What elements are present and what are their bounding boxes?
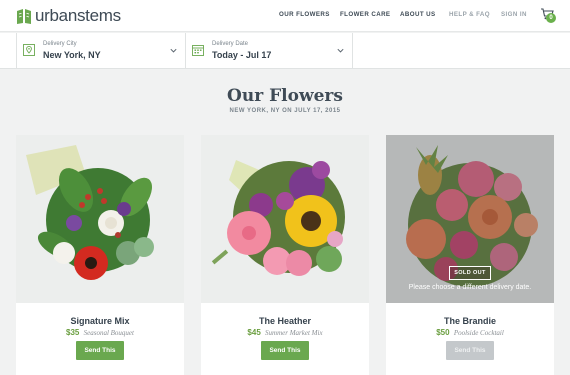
delivery-date-label: Delivery Date (212, 41, 249, 47)
product-price-line: $50 Poolside Cocktail (386, 328, 554, 337)
nav-about-us[interactable]: ABOUT US (400, 11, 436, 18)
chevron-down-icon (337, 48, 344, 53)
delivery-filter-bar: Delivery City New York, NY Delivery Date… (0, 33, 570, 69)
product-price: $50 (436, 328, 450, 337)
logo-book-icon (17, 8, 31, 24)
product-tagline: Seasonal Bouquet (83, 329, 134, 337)
logo-text: urbanstems (35, 6, 121, 25)
page-subtitle: NEW YORK, NY ON JULY 17, 2015 (229, 108, 341, 114)
page-title: Our Flowers (227, 86, 343, 106)
product-card-the-brandie[interactable]: SOLD OUT Please choose a different deliv… (386, 135, 554, 375)
location-pin-icon (23, 44, 35, 56)
product-tagline: Summer Market Mix (265, 329, 323, 337)
product-price-line: $45 Summer Market Mix (201, 328, 369, 337)
sold-out-message: Please choose a different delivery date. (408, 284, 532, 291)
delivery-city-selector[interactable]: Delivery City New York, NY (16, 33, 185, 69)
nav-our-flowers[interactable]: OUR FLOWERS (279, 11, 330, 18)
product-image[interactable] (201, 135, 369, 303)
product-card-signature-mix[interactable]: Signature Mix $35 Seasonal Bouquet Send … (16, 135, 184, 375)
cart-count-badge: 0 (546, 13, 556, 23)
send-this-button-disabled[interactable]: Send This (446, 341, 494, 360)
product-price-line: $35 Seasonal Bouquet (16, 328, 184, 337)
bouquet-illustration (16, 135, 184, 303)
nav-flower-care[interactable]: FLOWER CARE (340, 11, 390, 18)
nav-help-faq[interactable]: HELP & FAQ (449, 11, 490, 18)
delivery-date-selector[interactable]: Delivery Date Today - Jul 17 (185, 33, 353, 69)
product-price: $45 (247, 328, 261, 337)
product-name: Signature Mix (70, 316, 130, 326)
bouquet-illustration (201, 135, 369, 303)
product-name: The Heather (258, 316, 311, 326)
send-this-button[interactable]: Send This (261, 341, 309, 360)
delivery-date-value: Today - Jul 17 (212, 50, 272, 60)
product-tagline: Poolside Cocktail (453, 329, 504, 337)
product-card-the-heather[interactable]: The Heather $45 Summer Market Mix Send T… (201, 135, 369, 375)
chevron-down-icon (170, 48, 177, 53)
product-name: The Brandie (443, 316, 496, 326)
product-price: $35 (66, 328, 80, 337)
product-image[interactable]: SOLD OUT Please choose a different deliv… (386, 135, 554, 303)
delivery-city-label: Delivery City (43, 41, 77, 47)
product-image[interactable] (16, 135, 184, 303)
delivery-city-value: New York, NY (43, 50, 101, 60)
calendar-icon (192, 45, 204, 56)
logo[interactable]: urbanstems (16, 6, 121, 26)
sold-out-badge: SOLD OUT (449, 266, 491, 280)
nav-sign-in[interactable]: SIGN IN (501, 11, 527, 18)
send-this-button[interactable]: Send This (76, 341, 124, 360)
top-navigation-bar: urbanstems OUR FLOWERS FLOWER CARE ABOUT… (0, 0, 570, 32)
